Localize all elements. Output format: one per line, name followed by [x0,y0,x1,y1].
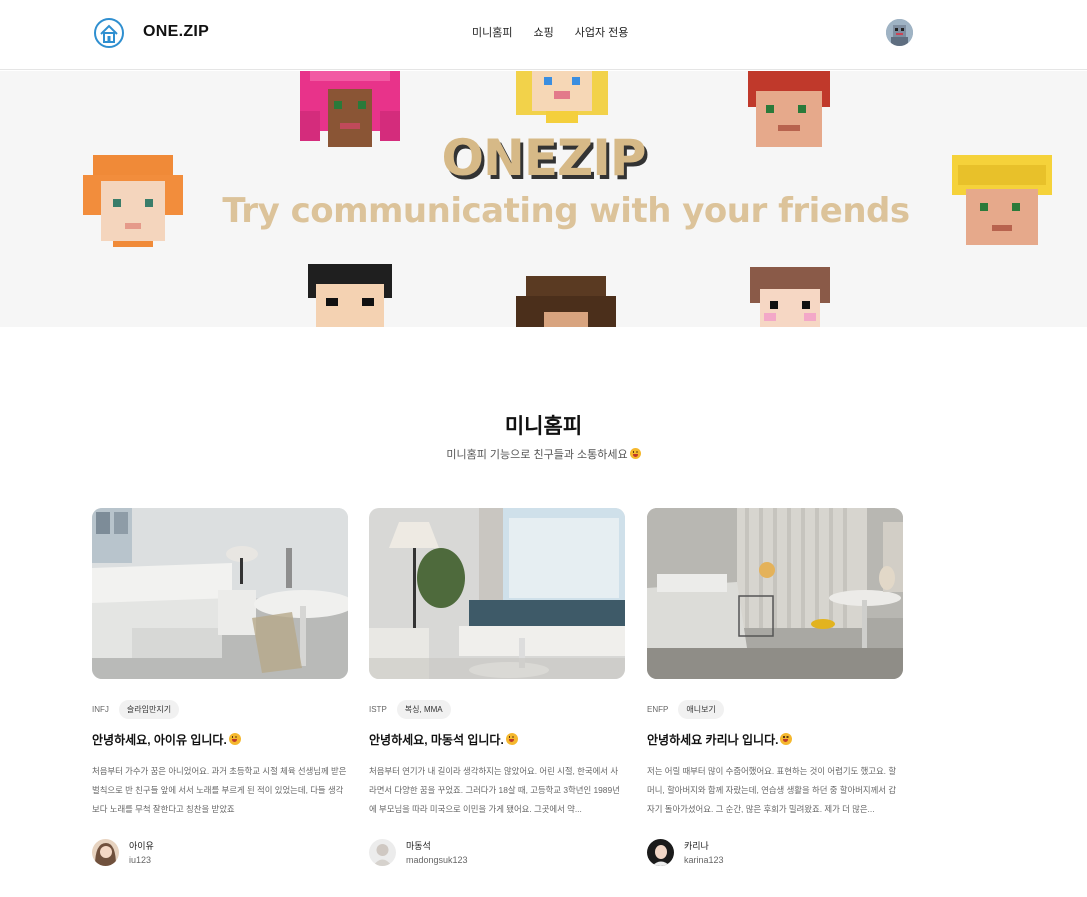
card-description: 저는 어릴 때부터 많이 수줍어했어요. 표현하는 것이 어렵기도 했고요. 할… [647,766,897,814]
room-photo [369,508,625,679]
author-name: 마동석 [406,841,431,851]
author-id: iu123 [129,855,152,865]
card-author: 아이유 iu123 [92,839,348,869]
mbti-label: ENFP [647,705,669,714]
card-tags: INFJ 슬라임만지기 [92,700,348,719]
user-avatar[interactable] [886,19,913,46]
nav-business[interactable]: 사업자 전용 [575,24,629,40]
banner-title: ONEZIP [441,129,646,187]
card-author: 마동석 madongsuk123 [369,839,625,869]
card-description: 처음부터 가수가 꿈은 아니었어요. 과거 초등학교 시절 체육 선생님께 받은… [92,766,347,814]
card-description: 처음부터 연기가 내 길이라 생각하지는 않았어요. 어린 시절, 한국에서 사… [369,766,620,814]
brand-name[interactable]: ONE.ZIP [143,23,209,41]
smile-emoji-icon [228,733,241,745]
card-title-text: 안녕하세요 카리나 입니다. [647,733,779,747]
mbti-label: INFJ [92,705,109,714]
card-tags: ISTP 복싱, MMA [369,700,625,719]
profile-card-iu[interactable]: INFJ 슬라임만지기 안녕하세요, 아이유 입니다. 처음부터 가수가 꿈은 … [92,508,348,869]
room-photo [647,508,903,679]
mbti-label: ISTP [369,705,387,714]
smile-emoji-icon [629,448,641,459]
pixel-avatar-brown-hair [516,276,616,327]
hero-banner: ONEZIP Try communicating with your frien… [0,71,1087,327]
main-nav: 미니홈피 쇼핑 사업자 전용 [472,24,628,40]
author-avatar [369,839,396,866]
author-name: 카리나 [684,841,709,851]
pixel-avatar-black-hair [308,264,392,327]
pixel-avatar-light-brown-hair [750,267,830,327]
card-title: 안녕하세요 카리나 입니다. [647,731,903,748]
hobby-tag: 복싱, MMA [396,700,451,719]
author-id: karina123 [684,855,724,865]
section-subtitle: 미니홈피 기능으로 친구들과 소통하세요 [0,446,1087,462]
card-author: 카리나 karina123 [647,839,903,869]
nav-shopping[interactable]: 쇼핑 [533,24,553,40]
smile-emoji-icon [780,733,793,745]
profile-card-madongsuk[interactable]: ISTP 복싱, MMA 안녕하세요, 마동석 입니다. 처음부터 연기가 내 … [369,508,625,869]
hobby-tag: 슬라임만지기 [118,700,180,719]
section-subtitle-text: 미니홈피 기능으로 친구들과 소통하세요 [446,449,628,461]
nav-minihompy[interactable]: 미니홈피 [472,24,512,40]
pixel-avatar-blonde-girl [516,71,608,123]
author-id: madongsuk123 [406,855,468,865]
card-title: 안녕하세요, 마동석 입니다. [369,731,625,748]
profile-card-karina[interactable]: ENFP 애니보기 안녕하세요 카리나 입니다. 저는 어릴 때부터 많이 수줍… [647,508,903,869]
room-photo [92,508,348,679]
card-title: 안녕하세요, 아이유 입니다. [92,731,348,748]
banner-subtitle: Try communicating with your friends [222,191,910,231]
author-name: 아이유 [129,841,154,851]
top-navbar: ONE.ZIP 미니홈피 쇼핑 사업자 전용 [0,0,1087,70]
card-tags: ENFP 애니보기 [647,700,903,719]
author-avatar [647,839,674,866]
smile-emoji-icon [505,733,518,745]
card-title-text: 안녕하세요, 아이유 입니다. [92,733,227,747]
hobby-tag: 애니보기 [678,700,724,719]
card-title-text: 안녕하세요, 마동석 입니다. [369,733,504,747]
house-icon[interactable] [93,17,125,49]
section-title: 미니홈피 [504,415,583,438]
author-avatar [92,839,119,866]
